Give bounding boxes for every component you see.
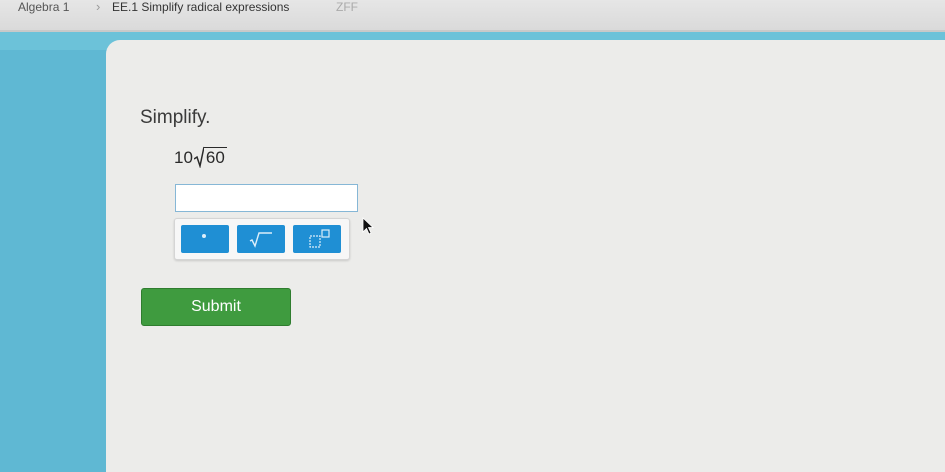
radical-sign-icon xyxy=(193,146,204,168)
skill-code: ZFF xyxy=(336,0,358,14)
breadcrumb-subject[interactable]: Algebra 1 xyxy=(18,0,69,14)
breadcrumb-skill: EE.1 Simplify radical expressions xyxy=(112,0,290,14)
exponent-button[interactable] xyxy=(293,225,341,253)
submit-button[interactable]: Submit xyxy=(141,288,291,326)
top-navigation-bar: Algebra 1 › EE.1 Simplify radical expres… xyxy=(0,0,945,32)
math-keypad xyxy=(174,218,350,260)
square-root-button[interactable] xyxy=(237,225,285,253)
radical: 60 xyxy=(193,145,227,168)
radical-expression: 10 60 xyxy=(174,146,227,168)
chevron-right-icon: › xyxy=(96,0,101,14)
decimal-point-button[interactable] xyxy=(181,225,229,253)
exponent-icon xyxy=(309,229,330,248)
mouse-cursor-icon xyxy=(362,217,375,235)
dot-icon xyxy=(202,234,206,238)
answer-input[interactable] xyxy=(175,184,358,212)
coefficient: 10 xyxy=(174,148,193,167)
radicand: 60 xyxy=(203,147,227,167)
square-root-icon xyxy=(249,232,272,248)
question-title: Simplify. xyxy=(140,107,211,128)
